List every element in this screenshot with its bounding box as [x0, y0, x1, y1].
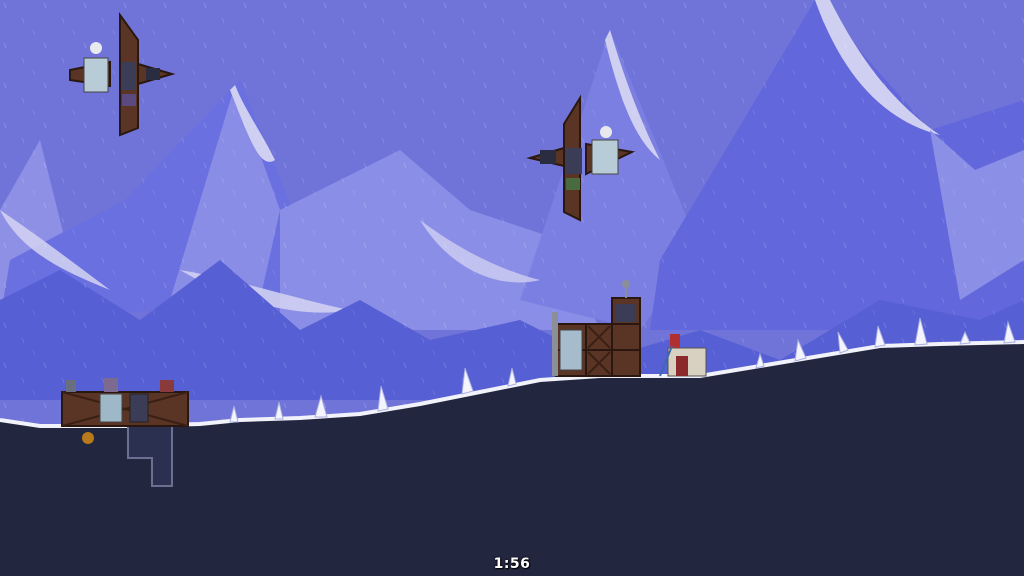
- game-viewport[interactable]: 1:56: [0, 0, 1024, 576]
- match-timer: 1:56: [493, 556, 531, 572]
- battlefield-scene[interactable]: [0, 0, 1024, 576]
